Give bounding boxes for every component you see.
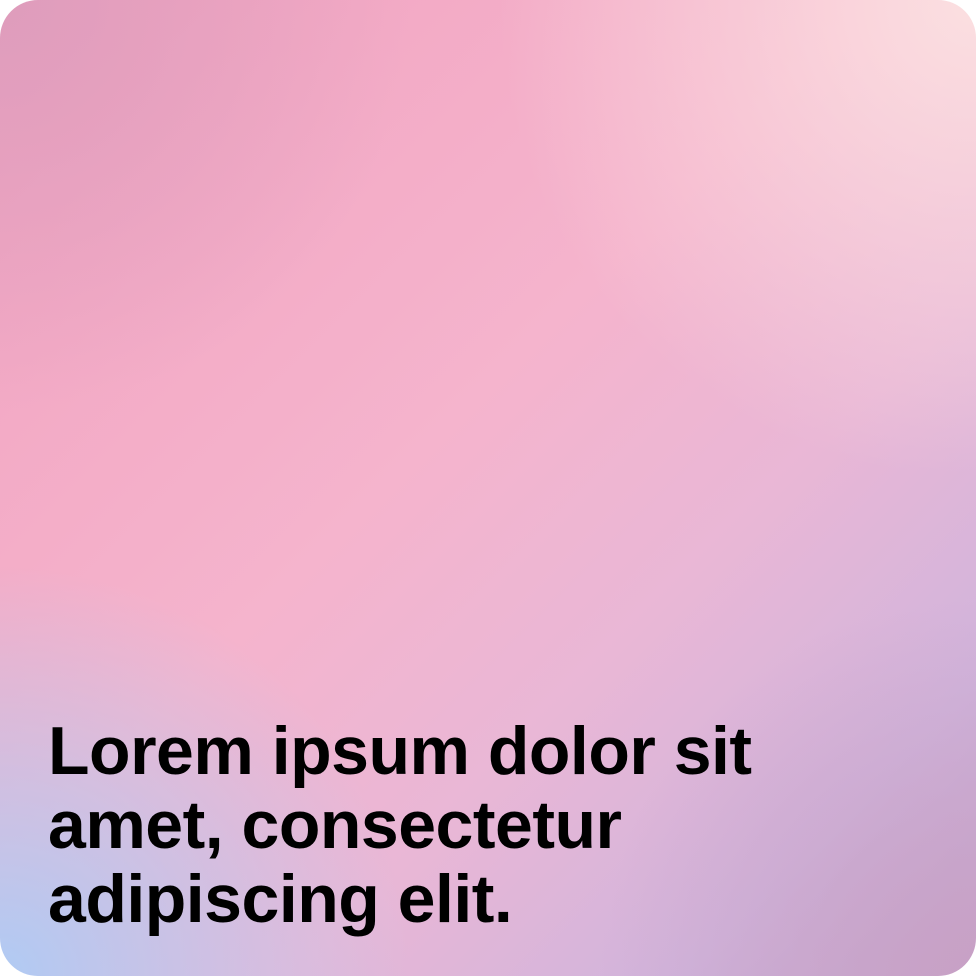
headline-text: Lorem ipsum dolor sit amet, consectetur … xyxy=(48,713,752,937)
gradient-card: Lorem ipsum dolor sit amet, consectetur … xyxy=(0,0,976,976)
